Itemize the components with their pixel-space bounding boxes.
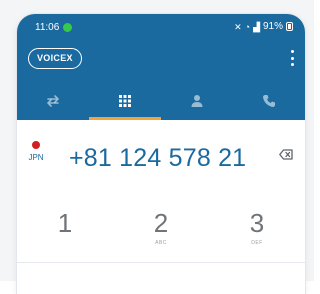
dialpad-icon bbox=[119, 95, 131, 107]
phone-icon bbox=[263, 95, 275, 107]
japan-flag-icon bbox=[28, 140, 44, 151]
status-right-group: ✕ ◔ ▟ 91% bbox=[234, 21, 293, 32]
wifi-icon: ◔ bbox=[244, 21, 251, 32]
country-code: JPN bbox=[28, 153, 44, 162]
tab-transfer[interactable] bbox=[17, 82, 89, 120]
person-icon bbox=[191, 95, 203, 107]
country-selector[interactable]: JPN bbox=[25, 140, 47, 162]
more-menu-icon[interactable] bbox=[289, 50, 295, 66]
dialed-number[interactable]: +81 124 578 21 bbox=[69, 144, 246, 173]
swap-arrows-icon bbox=[47, 95, 59, 107]
backspace-icon bbox=[279, 149, 293, 160]
menu-dot bbox=[290, 50, 294, 53]
dial-area: JPN +81 124 578 21 1 2 ABC 3 DEF bbox=[17, 120, 305, 294]
key-1[interactable]: 1 bbox=[17, 208, 113, 254]
screenshot-frame: 11:06 ✕ ◔ ▟ 91% VOICEX JPN +81 124 578 2… bbox=[0, 0, 314, 294]
status-time: 11:06 bbox=[35, 22, 60, 33]
key-digit: 2 bbox=[153, 208, 169, 238]
battery-percent: 91% bbox=[262, 21, 283, 32]
key-letters: ABC bbox=[155, 240, 167, 246]
key-digit: 3 bbox=[249, 208, 265, 238]
key-letters: DEF bbox=[251, 240, 263, 246]
menu-dot bbox=[290, 56, 294, 60]
tab-contacts[interactable] bbox=[161, 82, 233, 120]
key-3[interactable]: 3 DEF bbox=[209, 208, 305, 254]
tab-keypad[interactable] bbox=[89, 82, 161, 120]
tab-calls[interactable] bbox=[233, 82, 305, 120]
signal-icon: ▟ bbox=[253, 21, 260, 32]
keypad: 1 2 ABC 3 DEF bbox=[17, 208, 305, 254]
tab-bar bbox=[17, 82, 305, 120]
key-2[interactable]: 2 ABC bbox=[113, 208, 209, 254]
backspace-button[interactable] bbox=[279, 147, 293, 160]
brand-badge[interactable]: VOICEX bbox=[28, 48, 82, 69]
status-bar: 11:06 ✕ ◔ ▟ 91% bbox=[17, 14, 305, 40]
keypad-divider bbox=[17, 262, 305, 263]
key-digit: 1 bbox=[57, 208, 73, 238]
mute-icon: ✕ bbox=[234, 21, 242, 32]
active-indicator-dot bbox=[63, 23, 72, 32]
menu-dot bbox=[290, 63, 294, 66]
app-header: 11:06 ✕ ◔ ▟ 91% VOICEX bbox=[17, 14, 305, 120]
battery-icon bbox=[286, 22, 293, 31]
phone-screen: 11:06 ✕ ◔ ▟ 91% VOICEX JPN +81 124 578 2… bbox=[17, 14, 305, 294]
